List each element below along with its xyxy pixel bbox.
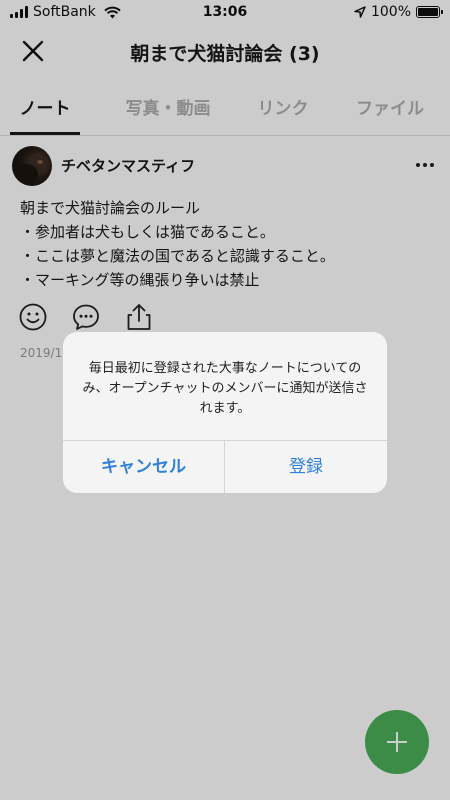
dialog-buttons: キャンセル 登録 [63,440,387,493]
cancel-button[interactable]: キャンセル [63,441,225,493]
register-button[interactable]: 登録 [225,441,387,493]
confirm-dialog: 毎日最初に登録された大事なノートについてのみ、オープンチャットのメンバーに通知が… [63,332,387,493]
dialog-message: 毎日最初に登録された大事なノートについてのみ、オープンチャットのメンバーに通知が… [82,361,368,416]
